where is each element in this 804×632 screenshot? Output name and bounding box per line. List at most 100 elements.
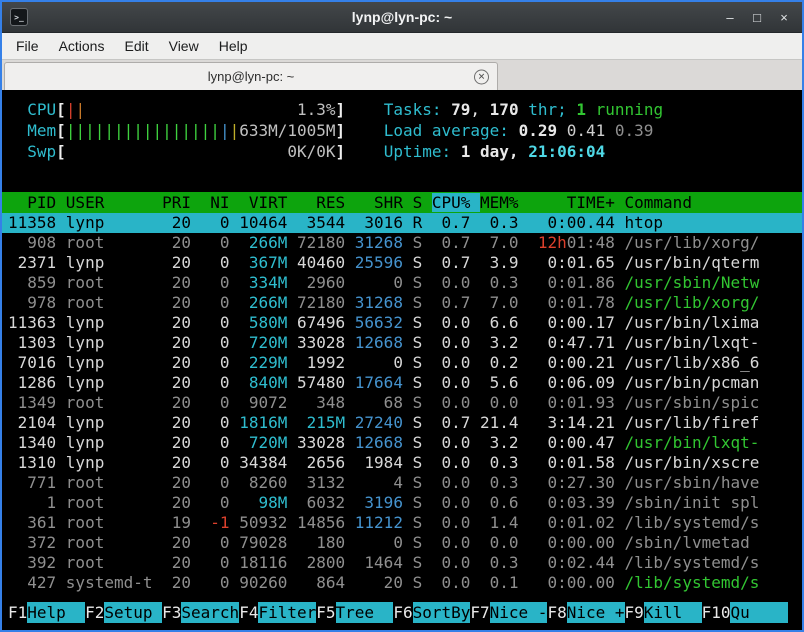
cell-s: S xyxy=(413,353,432,372)
fnkey-f2[interactable]: F2Setup xyxy=(85,602,162,623)
fnkey-f8[interactable]: F8Nice + xyxy=(547,602,624,623)
cell-s: S xyxy=(413,393,432,412)
cell-virt: 720M xyxy=(239,433,297,452)
process-row-908[interactable]: 908 root 20 0 266M 72180 31268 S 0.7 7.0… xyxy=(2,233,802,253)
fnkey-f1[interactable]: F1Help xyxy=(8,602,85,623)
fnkey-f5[interactable]: F5Tree xyxy=(316,602,393,623)
process-row-1340[interactable]: 1340 lynp 20 0 720M 33028 12668 S 0.0 3.… xyxy=(2,433,802,453)
cell-shr: 27240 xyxy=(355,413,413,432)
tab-terminal[interactable]: lynp@lyn-pc: ~✕ xyxy=(4,62,498,90)
cell-ni: 0 xyxy=(201,573,240,592)
process-row-1310[interactable]: 1310 lynp 20 0 34384 2656 1984 S 0.0 0.3… xyxy=(2,453,802,473)
window-buttons: –□ × xyxy=(720,7,794,27)
cell-mem: 0.3 xyxy=(480,473,528,492)
col-header-user[interactable]: USER xyxy=(66,193,162,212)
process-row-361[interactable]: 361 root 19 -1 50932 14856 11212 S 0.0 1… xyxy=(2,513,802,533)
cell-cpu: 0.0 xyxy=(432,553,480,572)
fnkey-f3[interactable]: F3Search xyxy=(162,602,239,623)
cell-mem: 7.0 xyxy=(480,293,528,312)
col-header-time[interactable]: TIME+ xyxy=(528,193,624,212)
cell-s: S xyxy=(413,313,432,332)
cell-virt: 90260 xyxy=(239,573,297,592)
process-row-1303[interactable]: 1303 lynp 20 0 720M 33028 12668 S 0.0 3.… xyxy=(2,333,802,353)
fn-action-label: Search xyxy=(181,602,239,623)
process-row-2371[interactable]: 2371 lynp 20 0 367M 40460 25596 S 0.7 3.… xyxy=(2,253,802,273)
cell-ni: 0 xyxy=(201,413,240,432)
cell-cpu: 0.0 xyxy=(432,433,480,452)
process-row-1286[interactable]: 1286 lynp 20 0 840M 57480 17664 S 0.0 5.… xyxy=(2,373,802,393)
cpu-meter-label: CPU xyxy=(27,100,56,119)
cell-virt: 50932 xyxy=(239,513,297,532)
fnkey-f10[interactable]: F10Qu xyxy=(702,602,789,623)
cell-mem: 3.9 xyxy=(480,253,528,272)
cell-cmd: /usr/lib/xorg/ xyxy=(625,233,760,252)
menu-item-view[interactable]: View xyxy=(159,33,209,59)
maximize-icon[interactable]: □ xyxy=(747,7,767,27)
process-row-11358[interactable]: 11358 lynp 20 0 10464 3544 3016 R 0.7 0.… xyxy=(2,213,802,233)
cell-pid: 1340 xyxy=(8,433,66,452)
cell-pri: 20 xyxy=(162,353,201,372)
col-header-cpu[interactable]: CPU% xyxy=(432,193,480,212)
cell-mem: 0.3 xyxy=(480,273,528,292)
col-header-mem[interactable]: MEM% xyxy=(480,193,528,212)
col-header-ni[interactable]: NI xyxy=(201,193,240,212)
process-row-11363[interactable]: 11363 lynp 20 0 580M 67496 56632 S 0.0 6… xyxy=(2,313,802,333)
process-row-978[interactable]: 978 root 20 0 266M 72180 31268 S 0.7 7.0… xyxy=(2,293,802,313)
minimize-icon[interactable]: – xyxy=(720,7,740,27)
process-row-2104[interactable]: 2104 lynp 20 0 1816M 215M 27240 S 0.7 21… xyxy=(2,413,802,433)
close-icon[interactable]: × xyxy=(774,7,794,27)
menu-item-actions[interactable]: Actions xyxy=(49,33,115,59)
tab-close-icon[interactable]: ✕ xyxy=(474,69,489,84)
menu-item-file[interactable]: File xyxy=(6,33,49,59)
process-row-7016[interactable]: 7016 lynp 20 0 229M 1992 0 S 0.0 0.2 0:0… xyxy=(2,353,802,373)
menu-item-edit[interactable]: Edit xyxy=(114,33,158,59)
tabbar: lynp@lyn-pc: ~✕ xyxy=(2,60,802,90)
process-row-771[interactable]: 771 root 20 0 8260 3132 4 S 0.0 0.3 0:27… xyxy=(2,473,802,493)
cell-cmd: /usr/bin/xscre xyxy=(625,453,760,472)
col-header-res[interactable]: RES xyxy=(297,193,355,212)
mem-meter-bar: ||||||||||||||||||633M/1005M xyxy=(66,120,336,141)
cell-virt: 580M xyxy=(239,313,297,332)
fnkey-f6[interactable]: F6SortBy xyxy=(393,602,470,623)
cell-time: 0:01.58 xyxy=(528,453,624,472)
fnkey-f7[interactable]: F7Nice - xyxy=(470,602,547,623)
fnkey-f9[interactable]: F9Kill xyxy=(625,602,702,623)
col-header-s[interactable]: S xyxy=(413,193,432,212)
col-header-command[interactable]: Command xyxy=(625,193,692,212)
fnkey-f4[interactable]: F4Filter xyxy=(239,602,316,623)
tasks-count: 79 xyxy=(451,100,470,119)
process-row-1349[interactable]: 1349 root 20 0 9072 348 68 S 0.0 0.0 0:0… xyxy=(2,393,802,413)
process-row-392[interactable]: 392 root 20 0 18116 2800 1464 S 0.0 0.3 … xyxy=(2,553,802,573)
cell-res: 72180 xyxy=(297,293,355,312)
cell-user: lynp xyxy=(66,333,162,352)
uptime-time: 21:06:04 xyxy=(528,142,605,161)
fn-key-label: F9 xyxy=(625,602,644,623)
process-row-372[interactable]: 372 root 20 0 79028 180 0 S 0.0 0.0 0:00… xyxy=(2,533,802,553)
cell-shr: 1984 xyxy=(355,453,413,472)
threads-label: thr; xyxy=(519,100,577,119)
process-row-1[interactable]: 1 root 20 0 98M 6032 3196 S 0.0 0.6 0:03… xyxy=(2,493,802,513)
cell-ni: 0 xyxy=(201,453,240,472)
menubar: FileActionsEditViewHelp xyxy=(2,33,802,60)
threads-count: 170 xyxy=(490,100,519,119)
cell-s: S xyxy=(413,493,432,512)
menu-item-help[interactable]: Help xyxy=(209,33,258,59)
process-row-859[interactable]: 859 root 20 0 334M 2960 0 S 0.0 0.3 0:01… xyxy=(2,273,802,293)
cell-virt: 34384 xyxy=(239,453,297,472)
fn-action-label: Tree xyxy=(336,602,394,623)
col-header-virt[interactable]: VIRT xyxy=(239,193,297,212)
cell-virt: 18116 xyxy=(239,553,297,572)
mem-bar: |||||||||||||||||| xyxy=(66,121,239,140)
col-header-shr[interactable]: SHR xyxy=(355,193,413,212)
cpu-bracket-close: ] xyxy=(336,100,346,119)
col-header-pri[interactable]: PRI xyxy=(162,193,201,212)
fn-action-label: Nice + xyxy=(567,602,625,623)
cell-user: systemd-t xyxy=(66,573,162,592)
cell-mem: 0.3 xyxy=(480,453,528,472)
cell-cpu: 0.0 xyxy=(432,353,480,372)
col-header-pid[interactable]: PID xyxy=(8,193,66,212)
cell-res: 1992 xyxy=(297,353,355,372)
process-row-427[interactable]: 427 systemd-t 20 0 90260 864 20 S 0.0 0.… xyxy=(2,573,802,593)
cell-ni: 0 xyxy=(201,393,240,412)
htop-screen: CPU[||1.3%]Tasks: 79, 170 thr; 1 running… xyxy=(2,90,802,630)
